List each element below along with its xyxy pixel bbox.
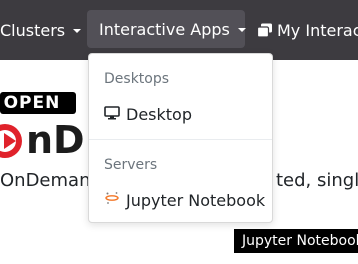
menu-item-desktop-label: Desktop xyxy=(126,104,192,124)
tagline-left: OnDemand xyxy=(0,170,102,191)
navbar: Clusters Interactive Apps My Interact xyxy=(0,0,358,60)
logo-open-text: OPEN xyxy=(3,93,61,113)
menu-divider xyxy=(89,139,272,140)
monitor-icon xyxy=(104,105,120,124)
ondemand-logo-mark xyxy=(0,124,22,158)
caret-down-icon xyxy=(237,28,246,32)
nav-clusters-dropdown[interactable]: Clusters xyxy=(0,0,82,60)
menu-header-desktops: Desktops xyxy=(104,71,170,87)
clone-icon xyxy=(256,23,273,38)
logo-mark-inner xyxy=(0,130,16,152)
nav-interactive-apps-dropdown[interactable]: Interactive Apps xyxy=(87,10,246,48)
nav-clusters-label: Clusters xyxy=(0,20,66,40)
caret-down-icon xyxy=(73,29,82,33)
logo-ondemand-text: nD xyxy=(26,118,85,162)
menu-header-servers: Servers xyxy=(104,157,158,173)
jupyter-icon xyxy=(104,190,120,210)
menu-item-jupyter[interactable]: Jupyter Notebook xyxy=(89,186,272,214)
nav-interactive-apps-label: Interactive Apps xyxy=(99,19,230,39)
menu-item-desktop[interactable]: Desktop xyxy=(89,100,272,128)
tooltip: Jupyter Notebook xyxy=(234,229,358,253)
nav-my-interactive-sessions[interactable]: My Interact xyxy=(256,0,358,60)
nav-my-interactive-label: My Interact xyxy=(277,20,358,40)
tooltip-text: Jupyter Notebook xyxy=(242,233,358,249)
tagline-right: ted, single xyxy=(276,170,358,191)
menu-item-jupyter-label: Jupyter Notebook xyxy=(126,190,266,210)
logo-mark-arrow xyxy=(4,133,16,149)
interactive-apps-menu: Desktops Desktop Servers Jupyter Noteboo… xyxy=(88,53,273,223)
logo-open-badge: OPEN xyxy=(0,92,76,114)
